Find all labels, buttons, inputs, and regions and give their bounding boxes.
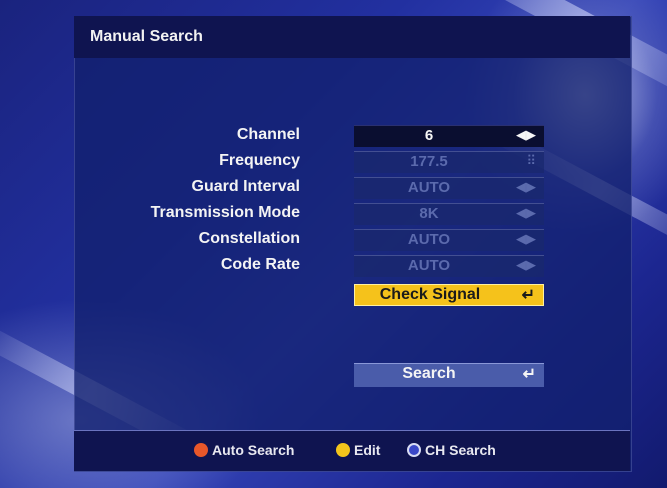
constellation-field[interactable]: AUTO ◀▶ — [354, 229, 544, 251]
edit-label: Edit — [354, 442, 381, 458]
channel-field[interactable]: 6 ◀▶ — [354, 125, 544, 147]
code-rate-row: Code Rate AUTO ◀▶ — [74, 255, 630, 277]
code-rate-value: AUTO — [407, 257, 451, 274]
blue-button-icon — [407, 443, 421, 457]
check-signal-label: Check Signal — [379, 286, 481, 303]
left-right-arrows-icon: ◀▶ — [516, 179, 536, 194]
code-rate-label: Code Rate — [220, 256, 300, 273]
guard-interval-label: Guard Interval — [191, 178, 300, 195]
search-row: Search ↵ — [74, 363, 630, 387]
constellation-row: Constellation AUTO ◀▶ — [74, 229, 630, 251]
guard-interval-value: AUTO — [407, 179, 451, 196]
red-button-icon — [194, 443, 208, 457]
frequency-label: Frequency — [219, 152, 300, 169]
ch-search-label: CH Search — [425, 442, 496, 458]
numeric-keypad-icon: ⠿ — [526, 153, 536, 168]
frequency-row: Frequency 177.5 ⠿ — [74, 151, 630, 173]
legend-ch-search[interactable]: CH Search — [407, 442, 496, 458]
frequency-value: 177.5 — [410, 153, 448, 170]
code-rate-field[interactable]: AUTO ◀▶ — [354, 255, 544, 277]
legend-auto-search[interactable]: Auto Search — [194, 442, 294, 458]
page-title: Manual Search — [90, 28, 203, 45]
constellation-label: Constellation — [198, 230, 300, 247]
frequency-field[interactable]: 177.5 ⠿ — [354, 151, 544, 173]
transmission-mode-row: Transmission Mode 8K ◀▶ — [74, 203, 630, 225]
transmission-mode-value: 8K — [419, 205, 439, 222]
enter-icon: ↵ — [521, 287, 535, 304]
guard-interval-row: Guard Interval AUTO ◀▶ — [74, 177, 630, 199]
title-bar: Manual Search — [74, 16, 630, 58]
left-right-arrows-icon: ◀▶ — [516, 127, 536, 142]
legend-bar: Auto Search Edit CH Search — [74, 430, 630, 471]
enter-icon: ↵ — [522, 366, 536, 383]
left-right-arrows-icon: ◀▶ — [516, 205, 536, 220]
yellow-button-icon — [336, 443, 350, 457]
channel-label: Channel — [236, 126, 300, 143]
left-right-arrows-icon: ◀▶ — [516, 231, 536, 246]
check-signal-row: Check Signal ↵ — [74, 284, 630, 306]
channel-value: 6 — [424, 127, 434, 144]
auto-search-label: Auto Search — [212, 442, 295, 458]
left-right-arrows-icon: ◀▶ — [516, 257, 536, 272]
search-label: Search — [402, 365, 456, 382]
guard-interval-field[interactable]: AUTO ◀▶ — [354, 177, 544, 199]
legend-edit[interactable]: Edit — [336, 442, 380, 458]
transmission-mode-label: Transmission Mode — [150, 204, 300, 221]
search-button[interactable]: Search ↵ — [354, 363, 544, 387]
check-signal-button[interactable]: Check Signal ↵ — [354, 284, 544, 306]
constellation-value: AUTO — [407, 231, 451, 248]
transmission-mode-field[interactable]: 8K ◀▶ — [354, 203, 544, 225]
channel-row: Channel 6 ◀▶ — [74, 125, 630, 147]
tv-screen-background: Manual Search Channel 6 ◀▶ Frequency 177… — [0, 0, 667, 488]
